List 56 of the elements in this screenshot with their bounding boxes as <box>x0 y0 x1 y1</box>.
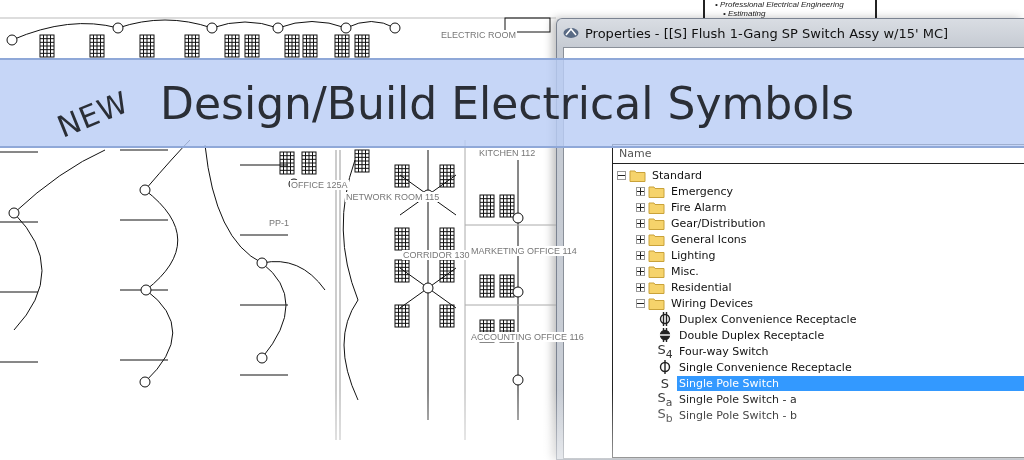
tree-item[interactable]: Standard <box>650 167 705 183</box>
tree-item[interactable]: Residential <box>669 279 734 295</box>
plus-icon <box>637 203 644 211</box>
new-label: NEW <box>52 83 134 145</box>
folder-icon <box>648 184 665 198</box>
window-title: Properties - [[S] Flush 1-Gang SP Switch Assy w/15' MC] <box>585 25 949 41</box>
expand-toggle[interactable] <box>636 186 645 196</box>
tree-item[interactable]: Double Duplex Receptacle <box>677 327 827 343</box>
plus-icon <box>637 251 644 259</box>
plus-icon <box>637 283 644 291</box>
folder-icon <box>648 264 665 278</box>
folder-icon <box>648 200 665 214</box>
room-label: MARKETING OFFICE 114 <box>470 246 578 256</box>
bullet-text: • Professional Electrical Engineering <box>715 0 845 9</box>
room-label: CORRIDOR 130 <box>402 250 471 260</box>
switch-symbol-icon: S <box>655 375 675 391</box>
folder-icon <box>648 248 665 262</box>
tree-item[interactable]: Wiring Devices <box>669 295 756 311</box>
tree-item[interactable]: Duplex Convenience Receptacle <box>677 311 859 327</box>
folder-icon <box>648 280 665 294</box>
room-label: PP-1 <box>268 218 290 228</box>
expand-toggle[interactable] <box>636 234 645 244</box>
tree-item[interactable]: Single Pole Switch - a <box>677 391 799 407</box>
tree-item[interactable]: Misc. <box>669 263 701 279</box>
bullet-text: • Estimating <box>722 9 767 18</box>
expand-toggle[interactable] <box>636 250 645 260</box>
tree-item[interactable]: General Icons <box>669 231 749 247</box>
expand-toggle[interactable] <box>636 202 645 212</box>
expand-toggle[interactable] <box>636 282 645 292</box>
plus-icon <box>637 187 644 195</box>
room-label: ACCOUNTING OFFICE 116 <box>470 332 585 342</box>
expand-toggle[interactable] <box>636 218 645 228</box>
plus-icon <box>637 219 644 227</box>
banner-title: Design/Build Electrical Symbols <box>160 77 855 129</box>
room-label: ELECTRIC ROOM <box>440 30 517 40</box>
room-label: OFFICE 125A <box>290 180 349 190</box>
tree-item[interactable]: Lighting <box>669 247 718 263</box>
folder-icon <box>629 168 646 182</box>
tree-item[interactable]: Single Pole Switch - b <box>677 407 799 423</box>
plus-icon <box>637 267 644 275</box>
tree-item[interactable]: Single Convenience Receptacle <box>677 359 854 375</box>
room-label: NETWORK ROOM 115 <box>345 192 441 202</box>
tree-item[interactable]: Emergency <box>669 183 736 199</box>
folder-icon <box>648 232 665 246</box>
app-logo-icon <box>563 25 579 41</box>
room-label: KITCHEN 112 <box>478 148 537 158</box>
tree-item[interactable]: Fire Alarm <box>669 199 729 215</box>
tree-item[interactable]: Gear/Distribution <box>669 215 768 231</box>
plus-icon <box>637 235 644 243</box>
folder-icon <box>648 216 665 230</box>
tree-item[interactable]: Four-way Switch <box>677 343 771 359</box>
collapse-toggle[interactable] <box>636 298 645 308</box>
switch-symbol-icon: S$_{4}$ <box>655 341 675 361</box>
folder-icon <box>648 296 665 310</box>
collapse-toggle[interactable] <box>617 170 626 180</box>
expand-toggle[interactable] <box>636 266 645 276</box>
